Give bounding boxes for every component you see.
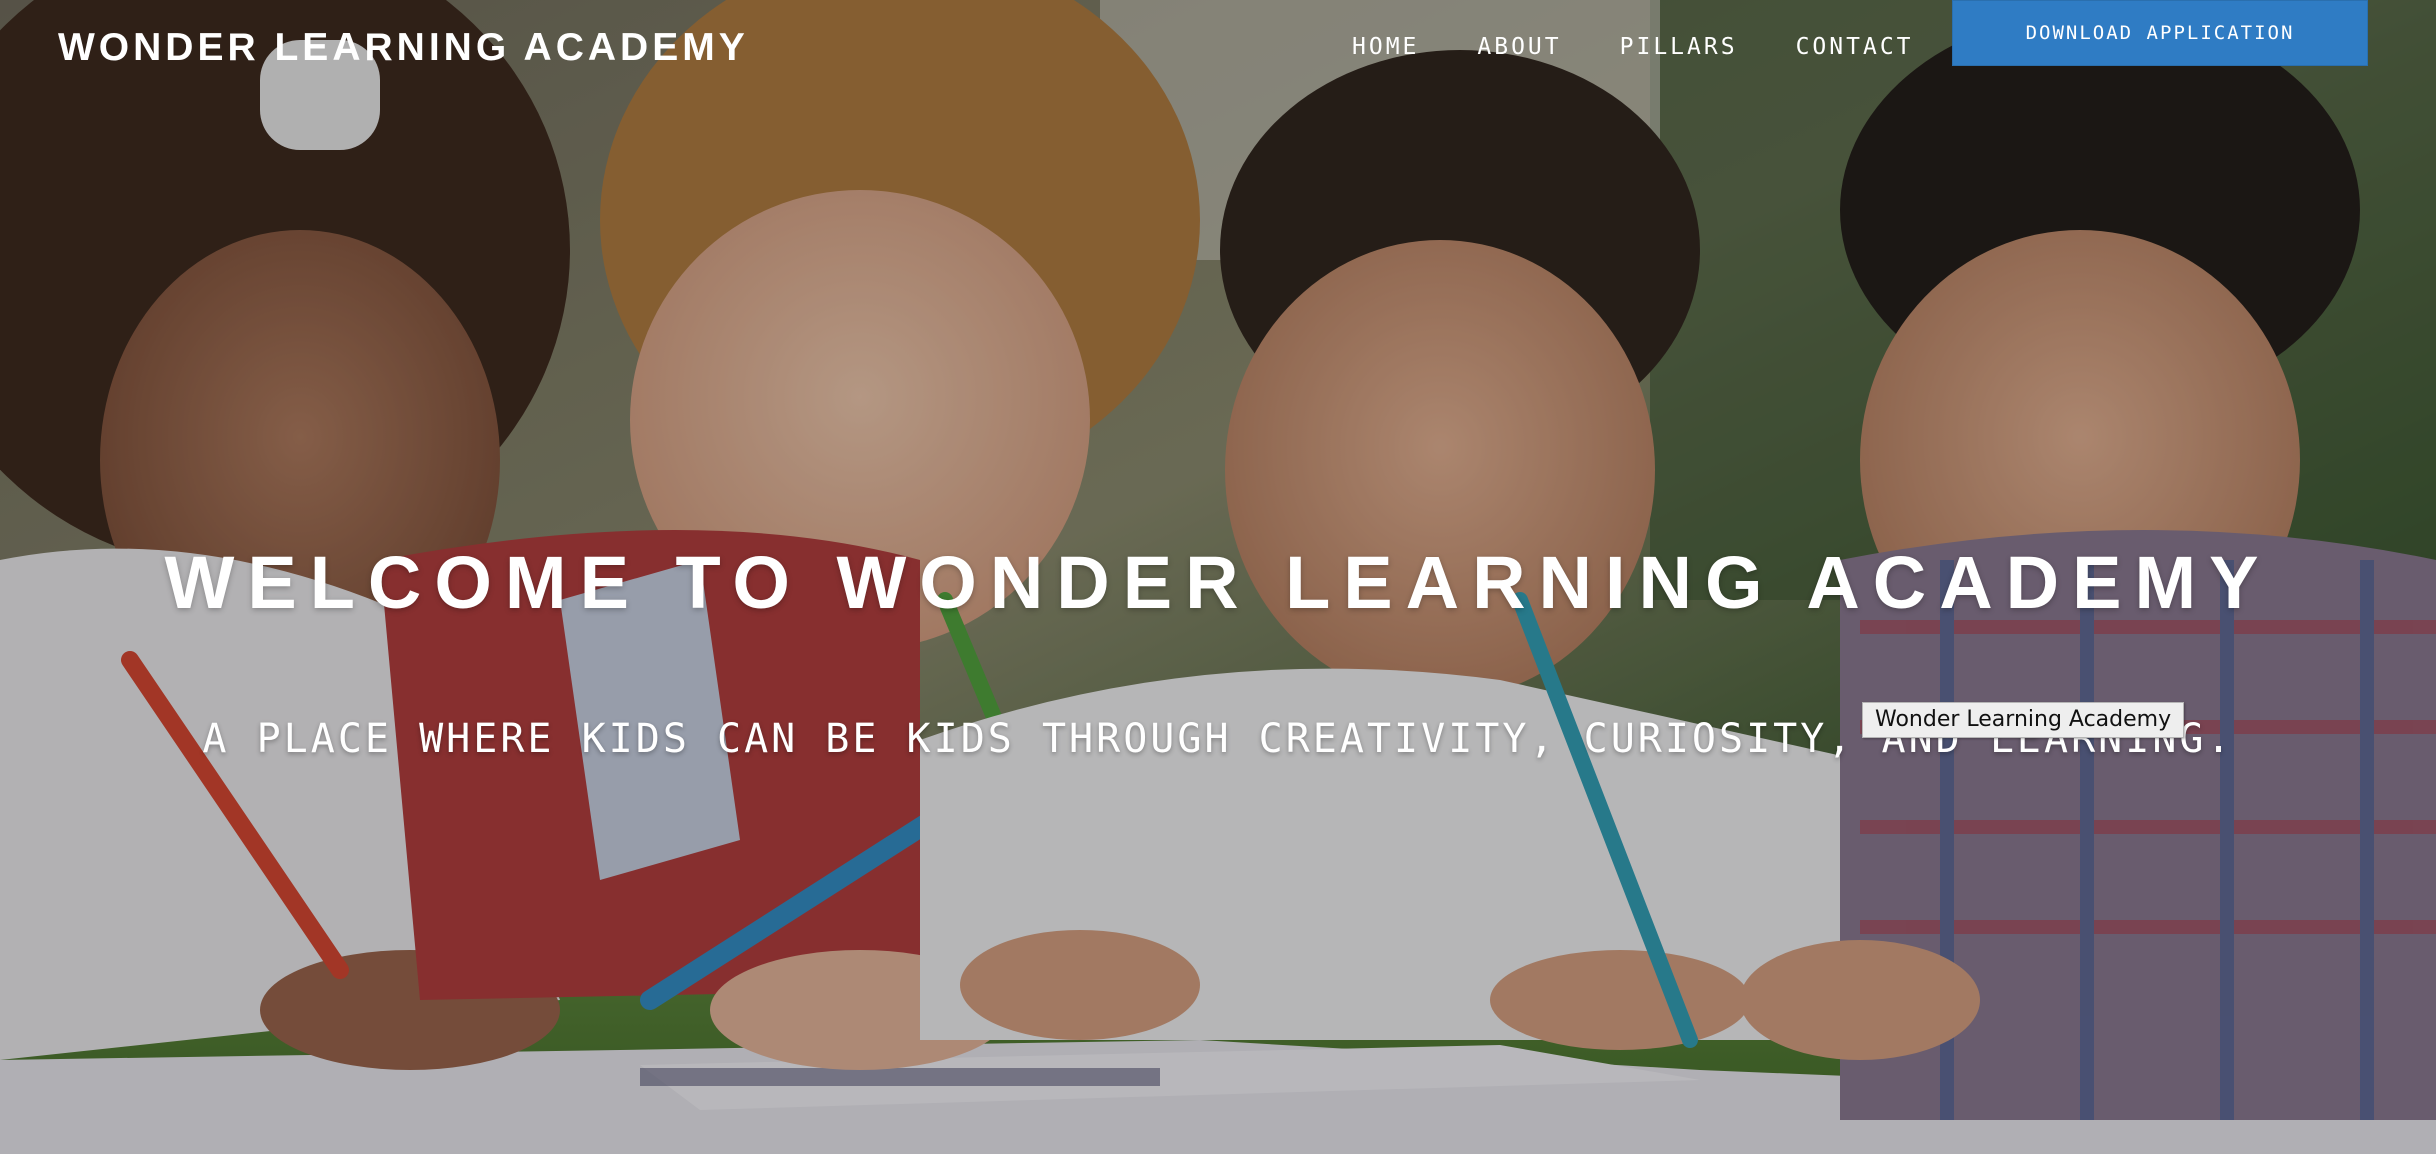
nav-contact-link[interactable]: CONTACT (1796, 34, 1914, 60)
nav-pillars-link[interactable]: PILLARS (1620, 34, 1738, 60)
nav-home-link[interactable]: HOME (1352, 34, 1419, 60)
download-application-button[interactable]: DOWNLOAD APPLICATION (1952, 0, 2368, 66)
site-brand-logo[interactable]: WONDER LEARNING ACADEMY (58, 26, 749, 70)
hover-tooltip: Wonder Learning Academy (1862, 702, 2185, 738)
hero-headline: WELCOME TO WONDER LEARNING ACADEMY (164, 541, 2272, 624)
main-nav: HOME ABOUT PILLARS CONTACT (1352, 34, 1972, 60)
nav-about-link[interactable]: ABOUT (1477, 34, 1561, 60)
hero-section: WONDER LEARNING ACADEMY HOME ABOUT PILLA… (0, 0, 2436, 1154)
top-navigation-bar: WONDER LEARNING ACADEMY HOME ABOUT PILLA… (0, 0, 2436, 100)
